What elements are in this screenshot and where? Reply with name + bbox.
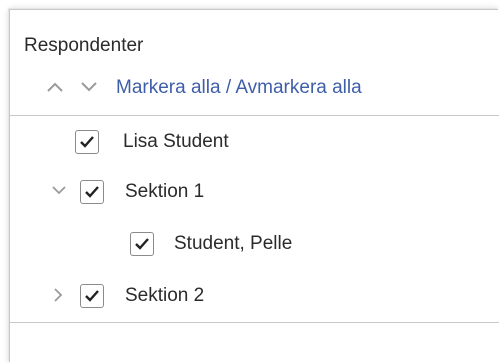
select-all-link[interactable]: Markera alla / Avmarkera alla — [116, 77, 362, 99]
tree-item-label: Student, Pelle — [174, 233, 293, 254]
chevron-down-icon[interactable] — [80, 81, 98, 93]
chevron-right-icon[interactable] — [53, 287, 63, 303]
checkbox-sektion-2[interactable] — [80, 284, 104, 308]
divider-bottom — [10, 322, 499, 323]
toggle-row: Markera alla / Avmarkera alla — [0, 70, 499, 106]
checkmark-icon — [85, 290, 99, 302]
tree-item-label: Sektion 2 — [125, 285, 205, 306]
checkmark-icon — [80, 136, 94, 148]
chevron-up-icon[interactable] — [46, 81, 64, 93]
checkbox-student-pelle[interactable] — [130, 232, 154, 256]
checkbox-lisa-student[interactable] — [75, 130, 99, 154]
tree-item-label: Lisa Student — [123, 131, 229, 152]
chevron-down-icon[interactable] — [51, 185, 67, 195]
checkbox-sektion-1[interactable] — [80, 180, 104, 204]
panel-title: Respondenter — [24, 35, 144, 56]
divider-top — [10, 115, 499, 116]
checkmark-icon — [85, 186, 99, 198]
tree-item-label: Sektion 1 — [125, 181, 205, 202]
checkmark-icon — [135, 238, 149, 250]
